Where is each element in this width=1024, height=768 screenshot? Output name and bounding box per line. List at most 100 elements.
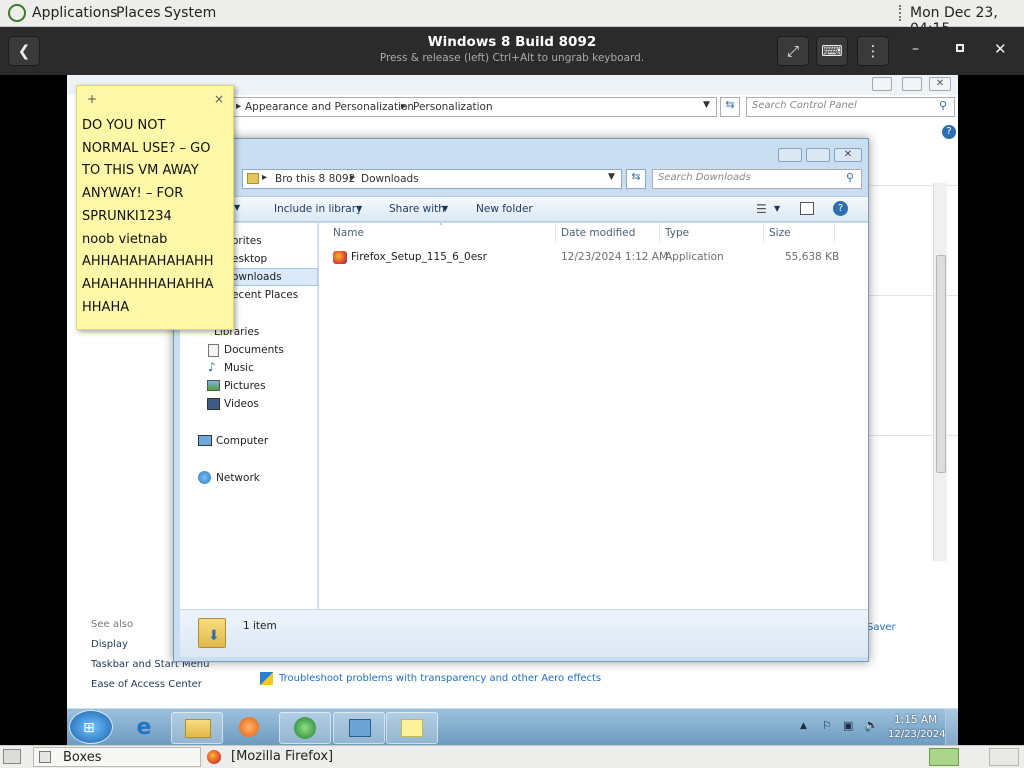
note-text[interactable]: DO YOU NOT NORMAL USE? – GO TO THIS VM A… xyxy=(82,115,234,319)
column-type[interactable]: Type xyxy=(665,227,689,239)
control-panel-taskbar-button[interactable] xyxy=(333,712,385,744)
places-menu[interactable]: Places xyxy=(116,5,161,21)
note-line: AHAHAHHHAHAHHA xyxy=(82,276,214,292)
show-desktop-button[interactable] xyxy=(945,709,958,745)
close-note-button[interactable]: × xyxy=(214,88,224,111)
explorer-breadcrumb-downloads[interactable]: Downloads xyxy=(361,173,419,185)
cp-scrollbar[interactable] xyxy=(933,183,947,561)
top-panel: Applications Places System Mon Dec 23, 0… xyxy=(0,0,1024,37)
taskbar-item-boxes[interactable]: Boxes xyxy=(33,747,201,767)
dropdown-arrow-icon[interactable]: ▼ xyxy=(608,172,615,182)
workspace-1[interactable] xyxy=(929,748,959,766)
new-folder-button[interactable]: New folder xyxy=(476,203,533,215)
column-divider[interactable] xyxy=(834,223,835,243)
explorer-close-button[interactable]: ✕ xyxy=(834,148,862,162)
media-player-taskbar-icon[interactable] xyxy=(227,713,271,743)
workspace-2[interactable] xyxy=(989,748,1019,766)
nav-videos[interactable]: Videos xyxy=(224,398,259,410)
network-icon xyxy=(198,471,211,484)
folder-icon xyxy=(247,173,259,184)
cp-minimize-button[interactable] xyxy=(872,77,892,91)
show-hidden-icons[interactable]: ▲ xyxy=(800,721,807,731)
nav-pictures[interactable]: Pictures xyxy=(224,380,266,392)
nav-music[interactable]: Music xyxy=(224,362,254,374)
maximize-button[interactable] xyxy=(956,44,964,52)
nav-downloads[interactable]: ownloads xyxy=(232,271,282,283)
sticky-notes-taskbar-button[interactable] xyxy=(386,712,438,744)
minimize-button[interactable]: – xyxy=(912,41,919,57)
explorer-breadcrumb-pc[interactable]: Bro this 8 8092 xyxy=(275,173,355,185)
help-icon[interactable]: ? xyxy=(833,201,848,216)
table-row[interactable]: Firefox_Setup_115_6_0esr 12/23/2024 1:12… xyxy=(325,249,845,267)
sticky-note[interactable]: + × DO YOU NOT NORMAL USE? – GO TO THIS … xyxy=(76,85,234,330)
help-icon[interactable]: ? xyxy=(942,125,956,139)
nav-computer[interactable]: Computer xyxy=(216,435,268,447)
column-date-modified[interactable]: Date modified xyxy=(561,227,635,239)
see-also-display[interactable]: Display xyxy=(91,639,128,650)
file-name[interactable]: Firefox_Setup_115_6_0esr xyxy=(351,251,487,263)
cp-restore-button[interactable] xyxy=(902,77,922,91)
nav-network[interactable]: Network xyxy=(216,472,260,484)
dropdown-arrow-icon[interactable]: ▼ xyxy=(703,100,710,110)
applications-menu[interactable]: Applications xyxy=(32,5,118,21)
distro-logo-icon[interactable] xyxy=(8,4,26,22)
details-pane: ⬇ 1 item xyxy=(180,609,868,657)
explorer-address-bar[interactable]: ▸ Bro this 8 8092 ▸ Downloads ▼ xyxy=(242,169,622,189)
include-in-library-menu[interactable]: Include in library xyxy=(274,203,362,215)
show-desktop-icon[interactable] xyxy=(3,749,21,764)
fullscreen-button[interactable]: ⤢ xyxy=(777,36,809,66)
column-divider[interactable] xyxy=(763,223,764,243)
nav-favorites[interactable]: orites xyxy=(232,235,262,247)
system-menu[interactable]: System xyxy=(164,5,216,21)
explorer-restore-button[interactable] xyxy=(806,148,830,162)
sticky-notes-icon xyxy=(401,719,423,737)
menu-button[interactable]: ⋮ xyxy=(857,36,889,66)
dropdown-arrow-icon: ▼ xyxy=(234,203,241,212)
volume-icon[interactable]: 🔈 xyxy=(864,718,879,732)
scrollbar-thumb[interactable] xyxy=(936,255,946,473)
vm-display[interactable]: ✕ ▸ Appearance and Personalization ▸ Per… xyxy=(67,75,958,745)
explorer-window: ✕ ▸ Bro this 8 8092 ▸ Downloads ▼ ⇆ Sear… xyxy=(173,138,869,662)
nav-documents[interactable]: Documents xyxy=(224,344,284,356)
nav-desktop[interactable]: esktop xyxy=(232,253,267,265)
file-type: Application xyxy=(665,251,724,263)
nav-recent-places[interactable]: ecent Places xyxy=(232,289,298,301)
cp-breadcrumb-personalization[interactable]: Personalization xyxy=(413,101,493,113)
column-name[interactable]: Name xyxy=(333,227,364,239)
download-arrow-icon: ⬇ xyxy=(208,628,220,644)
bottom-panel: Boxes [Mozilla Firefox] xyxy=(0,745,1024,768)
column-divider[interactable] xyxy=(659,223,660,243)
ie-taskbar-icon[interactable]: e xyxy=(122,713,166,743)
explorer-refresh-button[interactable]: ⇆ xyxy=(626,169,646,189)
troubleshoot-link[interactable]: Troubleshoot problems with transparency … xyxy=(279,673,601,684)
column-size[interactable]: Size xyxy=(769,227,791,239)
taskbar-item-firefox[interactable]: [Mozilla Firefox] xyxy=(203,747,378,767)
network-tray-icon[interactable]: ▣ xyxy=(843,719,853,732)
cp-breadcrumb-appearance[interactable]: Appearance and Personalization xyxy=(245,101,414,113)
column-divider[interactable] xyxy=(555,223,556,243)
firefox-installer-icon xyxy=(333,251,347,264)
dropdown-arrow-icon[interactable]: ▼ xyxy=(774,204,780,213)
action-center-flag-icon[interactable]: ⚐ xyxy=(822,719,832,732)
explorer-minimize-button[interactable] xyxy=(778,148,802,162)
browser-taskbar-button[interactable] xyxy=(279,712,331,744)
explorer-taskbar-button[interactable] xyxy=(171,712,223,744)
cp-address-bar[interactable]: ▸ Appearance and Personalization ▸ Perso… xyxy=(232,97,717,117)
cp-search-input[interactable]: Search Control Panel xyxy=(746,97,955,117)
new-note-button[interactable]: + xyxy=(87,88,97,111)
keyboard-button[interactable]: ⌨ xyxy=(816,36,848,66)
cp-close-button[interactable]: ✕ xyxy=(929,77,951,91)
explorer-search-input[interactable]: Search Downloads xyxy=(652,169,862,189)
tray-date[interactable]: 12/23/2024 xyxy=(888,729,946,740)
see-also-ease-of-access[interactable]: Ease of Access Center xyxy=(91,679,202,690)
close-button[interactable]: ✕ xyxy=(994,40,1007,58)
start-button[interactable]: ⊞ xyxy=(69,710,113,744)
cp-refresh-button[interactable]: ⇆ xyxy=(720,97,740,117)
view-options-icon[interactable]: ☰ xyxy=(756,202,767,216)
tray-time[interactable]: 1:15 AM xyxy=(894,714,937,726)
preview-pane-icon[interactable] xyxy=(800,202,814,215)
document-icon xyxy=(208,344,219,357)
folder-icon xyxy=(185,719,211,738)
share-with-menu[interactable]: Share with xyxy=(389,203,445,215)
cp-saver-link[interactable]: Saver xyxy=(867,622,896,633)
